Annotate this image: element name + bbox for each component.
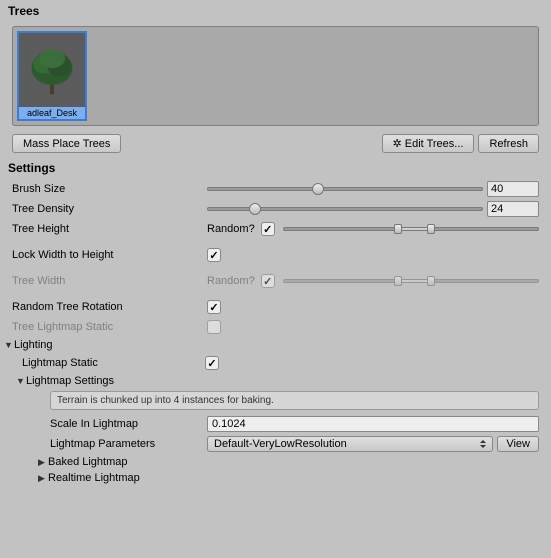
lighting-foldout[interactable]: ▼ Lighting (0, 337, 551, 353)
tree-width-random-label: Random? (207, 275, 255, 287)
foldout-arrow-down-icon: ▼ (16, 376, 26, 386)
lightmap-static-checkbox[interactable] (205, 356, 219, 370)
lighting-header: Lighting (14, 339, 53, 351)
lock-width-checkbox[interactable] (207, 248, 221, 262)
tree-thumb-label: adleaf_Desk (19, 107, 85, 119)
lightmap-info-box: Terrain is chunked up into 4 instances f… (50, 391, 539, 410)
mass-place-trees-button[interactable]: Mass Place Trees (12, 134, 121, 153)
foldout-arrow-right-icon: ▶ (38, 457, 48, 468)
tree-thumb-image (19, 33, 85, 107)
tree-density-field[interactable] (487, 201, 539, 217)
tree-width-range-slider (283, 279, 539, 283)
view-button[interactable]: View (497, 436, 539, 452)
brush-size-field[interactable] (487, 181, 539, 197)
tree-lightmap-static-label: Tree Lightmap Static (12, 321, 207, 333)
realtime-lightmap-label: Realtime Lightmap (48, 472, 140, 484)
scale-in-lightmap-field[interactable] (207, 416, 539, 432)
tree-width-random-checkbox (261, 274, 275, 288)
tree-density-label: Tree Density (12, 203, 207, 215)
lightmap-settings-foldout[interactable]: ▼ Lightmap Settings (0, 373, 551, 389)
edit-trees-label: Edit Trees... (405, 138, 464, 150)
lightmap-static-label: Lightmap Static (22, 357, 205, 369)
random-rotation-label: Random Tree Rotation (12, 301, 207, 313)
brush-size-slider[interactable] (207, 187, 483, 191)
random-rotation-checkbox[interactable] (207, 300, 221, 314)
tree-height-label: Tree Height (12, 223, 207, 235)
tree-palette[interactable]: adleaf_Desk (12, 26, 539, 126)
lightmap-parameters-dropdown[interactable]: Default-VeryLowResolution (207, 436, 493, 452)
realtime-lightmap-foldout[interactable]: ▶ Realtime Lightmap (0, 470, 551, 486)
tree-height-range-slider[interactable] (283, 227, 539, 231)
lightmap-parameters-label: Lightmap Parameters (50, 438, 207, 450)
settings-header: Settings (0, 157, 551, 179)
tree-lightmap-static-checkbox (207, 320, 221, 334)
edit-trees-button[interactable]: ✲ Edit Trees... (382, 134, 475, 153)
baked-lightmap-label: Baked Lightmap (48, 456, 128, 468)
scale-in-lightmap-label: Scale In Lightmap (50, 418, 207, 430)
refresh-button[interactable]: Refresh (478, 134, 539, 153)
tree-density-slider[interactable] (207, 207, 483, 211)
tree-height-random-label: Random? (207, 223, 255, 235)
brush-size-label: Brush Size (12, 183, 207, 195)
baked-lightmap-foldout[interactable]: ▶ Baked Lightmap (0, 454, 551, 470)
lock-width-label: Lock Width to Height (12, 249, 207, 261)
gear-icon: ✲ (393, 137, 402, 150)
foldout-arrow-right-icon: ▶ (38, 473, 48, 484)
tree-width-label: Tree Width (12, 275, 207, 287)
lightmap-settings-header: Lightmap Settings (26, 375, 114, 387)
tree-height-random-checkbox[interactable] (261, 222, 275, 236)
trees-header: Trees (0, 0, 551, 22)
foldout-arrow-down-icon: ▼ (4, 340, 14, 350)
tree-thumb-selected[interactable]: adleaf_Desk (17, 31, 87, 121)
